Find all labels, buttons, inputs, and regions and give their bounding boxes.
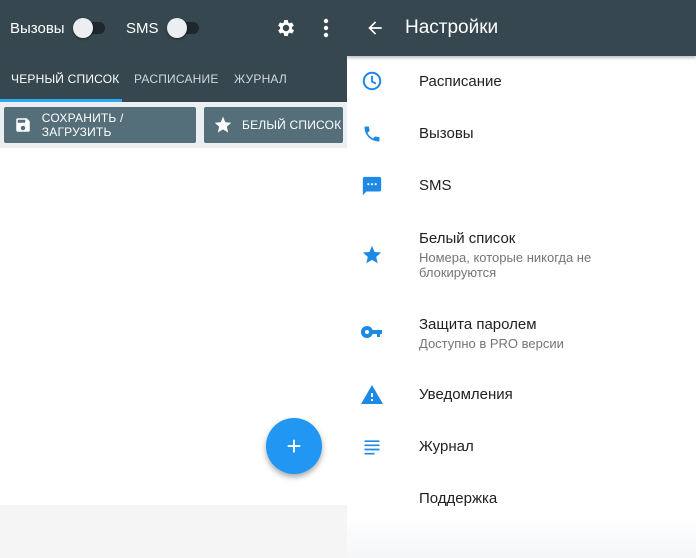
tab-bar: ЧЕРНЫЙ СПИСОК РАСПИСАНИЕ ЖУРНАЛ (0, 56, 347, 102)
message-icon (359, 173, 385, 199)
settings-item-schedule[interactable]: Расписание (347, 56, 696, 108)
settings-item-notifications[interactable]: Уведомления (347, 366, 696, 422)
key-icon (359, 319, 385, 345)
calls-toggle-group: Вызовы (10, 0, 107, 56)
whitelist-button[interactable]: БЕЛЫЙ СПИСОК (204, 107, 343, 143)
star-icon (359, 242, 385, 268)
settings-app-bar: Настройки (347, 0, 696, 56)
back-arrow-icon[interactable] (361, 14, 389, 42)
settings-item-title: Вызовы (419, 125, 474, 142)
sms-switch-thumb (166, 18, 187, 38)
settings-item-title: Уведомления (419, 386, 513, 403)
calls-toggle-label: Вызовы (10, 19, 65, 37)
settings-screen: Настройки Расписание Вызовы SMS Белый сп… (347, 0, 696, 558)
sms-toggle-group: SMS (126, 0, 201, 56)
calls-switch-thumb (72, 18, 93, 38)
blacklist-screen: Вызовы SMS ЧЕРНЫЙ СПИСОК РАСПИСАНИЕ ЖУРН… (0, 0, 347, 558)
tab-blacklist[interactable]: ЧЕРНЫЙ СПИСОК (11, 56, 120, 102)
phone-icon (359, 121, 385, 147)
page-title: Настройки (405, 17, 499, 38)
save-load-button[interactable]: СОХРАНИТЬ / ЗАГРУЗИТЬ (4, 107, 196, 143)
settings-item-whitelist[interactable]: Белый список Номера, которые никогда не … (347, 212, 696, 298)
bottom-area (0, 505, 347, 558)
sms-switch[interactable] (166, 18, 201, 38)
settings-item-title: Расписание (419, 73, 502, 90)
add-fab-button[interactable]: + (266, 418, 322, 474)
settings-gear-icon[interactable] (272, 14, 300, 42)
tab-journal[interactable]: ЖУРНАЛ (234, 56, 287, 102)
settings-item-journal[interactable]: Журнал (347, 422, 696, 474)
whitelist-label: БЕЛЫЙ СПИСОК (242, 118, 342, 132)
settings-item-subtitle: Доступно в PRO версии (419, 336, 564, 351)
star-icon (204, 107, 242, 143)
settings-item-sms[interactable]: SMS (347, 160, 696, 212)
sms-toggle-label: SMS (126, 19, 159, 37)
settings-item-password[interactable]: Защита паролем Доступно в PRO версии (347, 298, 696, 366)
list-icon (359, 434, 385, 460)
action-bar: СОХРАНИТЬ / ЗАГРУЗИТЬ БЕЛЫЙ СПИСОК (0, 102, 347, 148)
tab-schedule[interactable]: РАСПИСАНИЕ (134, 56, 219, 102)
save-load-label: СОХРАНИТЬ / ЗАГРУЗИТЬ (41, 111, 124, 139)
bottom-fade (347, 515, 696, 558)
more-vertical-icon[interactable] (312, 14, 340, 42)
settings-item-subtitle: Номера, которые никогда не блокируются (419, 250, 592, 280)
settings-item-calls[interactable]: Вызовы (347, 108, 696, 160)
save-icon (4, 107, 42, 143)
settings-item-title: Белый список (419, 230, 516, 247)
settings-item-title: Защита паролем (419, 316, 537, 333)
clock-icon (359, 68, 385, 94)
settings-item-title: SMS (419, 177, 452, 194)
warning-icon (359, 381, 385, 407)
settings-item-title: Поддержка (419, 490, 498, 507)
calls-switch[interactable] (72, 18, 107, 38)
settings-item-title: Журнал (419, 438, 474, 455)
top-toolbar: Вызовы SMS (0, 0, 347, 56)
